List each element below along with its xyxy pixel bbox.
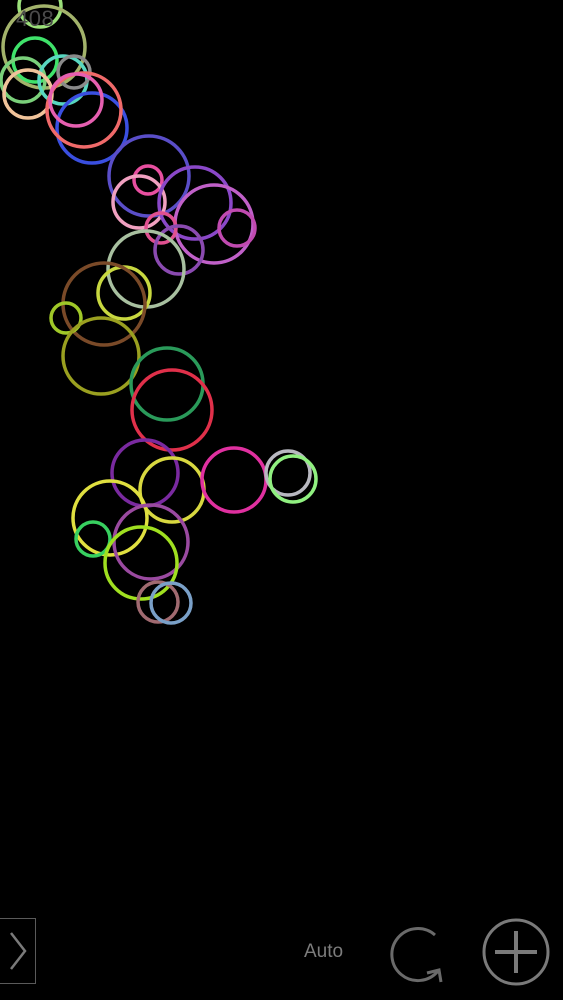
auto-toggle[interactable]: Auto (304, 941, 343, 963)
restart-button[interactable] (387, 919, 449, 987)
plus-icon (482, 918, 550, 986)
next-button[interactable] (0, 918, 36, 984)
bubble (132, 164, 164, 196)
game-canvas[interactable] (0, 0, 563, 1000)
bubble (61, 316, 141, 396)
bubble (217, 208, 257, 248)
score-counter: 408 (16, 6, 55, 31)
add-button[interactable] (481, 917, 551, 987)
bubble-chain (0, 0, 318, 625)
chevron-right-icon (9, 932, 27, 970)
bubble (200, 446, 268, 514)
bubble (107, 134, 191, 218)
refresh-icon (390, 927, 443, 983)
bubble (173, 183, 255, 265)
